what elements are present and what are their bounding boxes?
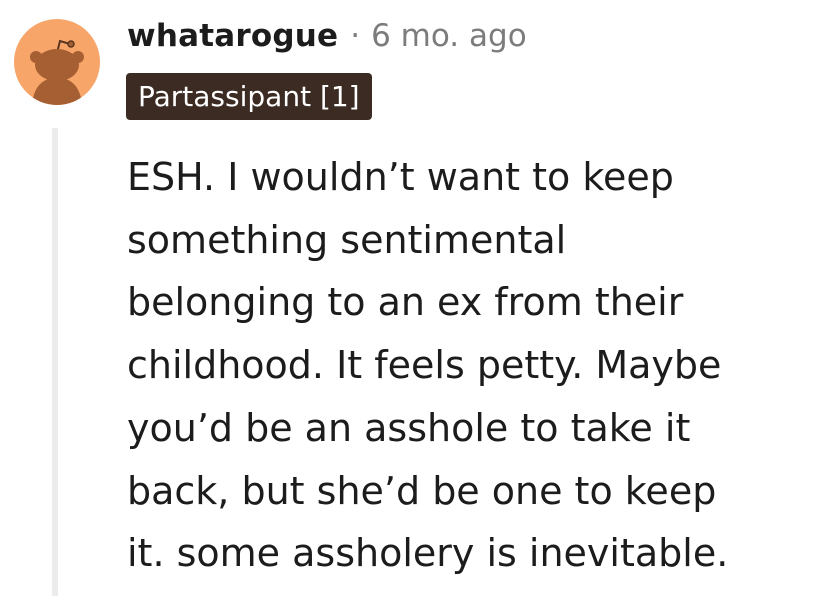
username-link[interactable]: whatarogue [127,18,338,54]
meta-separator: · [350,18,361,54]
comment: whatarogue · 6 mo. ago Partassipant [1] … [0,0,835,596]
comment-timestamp[interactable]: 6 mo. ago [371,18,527,54]
comment-line: belonging to an ex from their [127,280,684,325]
user-avatar[interactable] [14,19,100,105]
comment-line: you’d be an asshole to take it [127,405,691,450]
comment-line: ESH. I wouldn’t want to keep [127,155,674,199]
comment-body: ESH. I wouldn’t want to keep something s… [127,146,817,585]
comment-line: something sentimental [127,217,567,262]
thread-line[interactable] [52,128,58,596]
comment-header: whatarogue · 6 mo. ago [127,14,527,58]
comment-line: back, but she’d be one to keep [127,468,717,513]
comment-line: it. some assholery is inevitable. [127,531,729,576]
user-flair: Partassipant [1] [126,73,372,120]
comment-line: childhood. It feels petty. Maybe [127,343,722,388]
snoo-avatar-icon [30,39,84,105]
